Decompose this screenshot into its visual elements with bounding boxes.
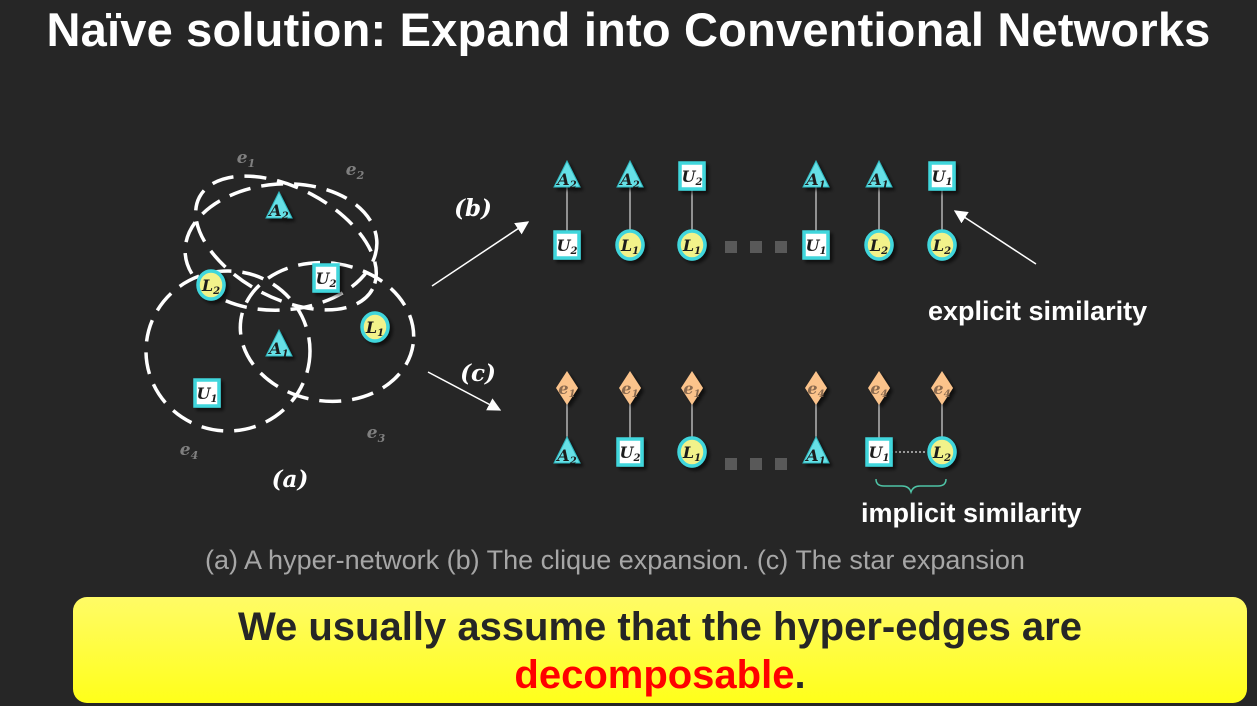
nodes-group: A2 L2 U2 L1 A1 U1 A2 U2 A2 L1 U2 L1 A1 U1 A1 L2 U1 L2 e1 A2… bbox=[193, 159, 957, 468]
hyperedge-label-e4: e4 bbox=[180, 440, 198, 462]
clique-top-node-a1: A1 bbox=[802, 159, 830, 191]
hyperedges-group bbox=[144, 174, 416, 433]
star-bottom-node-u1: U1 bbox=[865, 437, 893, 467]
explicit-similarity-arrow bbox=[953, 210, 1037, 265]
clique-top-node-u1: U1 bbox=[928, 161, 956, 191]
hyperedge-label-e3: e3 bbox=[367, 423, 386, 445]
panel-label-a: (a) bbox=[272, 466, 309, 493]
explicit-similarity-label: explicit similarity bbox=[928, 296, 1148, 326]
star-top-node-e1: e1 bbox=[556, 371, 578, 405]
hypernetwork-node-l1: L1 bbox=[360, 311, 390, 343]
arrow-to-clique bbox=[431, 221, 530, 287]
labels-group: e1 e2 e3 e4 (a) (b) (c) bbox=[180, 148, 496, 493]
star-bottom-node-l1: L1 bbox=[677, 436, 707, 468]
clique-bottom-node-l1: L1 bbox=[615, 229, 645, 261]
clique-bottom-node-u1: U1 bbox=[802, 230, 830, 260]
star-top-node-e1: e1 bbox=[681, 371, 703, 405]
star-bottom-node-a2: A2 bbox=[553, 435, 581, 467]
star-bottom-node-a1: A1 bbox=[802, 435, 830, 467]
star-top-node-e4: e4 bbox=[931, 371, 953, 405]
hypernetwork-node-a1: A1 bbox=[265, 328, 293, 360]
hypernetwork-node-l2: L2 bbox=[196, 269, 226, 301]
hyperedge-label-e2: e2 bbox=[346, 160, 365, 182]
star-bottom-node-u2: U2 bbox=[616, 437, 644, 467]
panel-label-b: (b) bbox=[454, 195, 492, 222]
star-top-node-e1: e1 bbox=[619, 371, 641, 405]
hypernetwork-node-u2: U2 bbox=[312, 263, 340, 293]
clique-top-node-a2: A2 bbox=[616, 159, 644, 191]
clique-bottom-node-l2: L2 bbox=[864, 229, 894, 261]
hypernetwork-node-u1: U1 bbox=[193, 378, 221, 408]
star-top-node-e4: e4 bbox=[805, 371, 827, 405]
decomposable-callout: We usually assume that the hyper-edges a… bbox=[73, 597, 1247, 703]
clique-top-node-a1: A1 bbox=[865, 159, 893, 191]
clique-top-node-u2: U2 bbox=[678, 161, 706, 191]
clique-bottom-node-u2: U2 bbox=[553, 230, 581, 260]
clique-bottom-node-l1: L1 bbox=[677, 229, 707, 261]
hypernetwork-node-a2: A2 bbox=[265, 190, 293, 222]
panel-label-c: (c) bbox=[460, 360, 496, 387]
callout-line2: decomposable. bbox=[73, 651, 1247, 699]
clique-top-node-a2: A2 bbox=[553, 159, 581, 191]
hyperedge-e1-ellipse bbox=[193, 174, 379, 312]
callout-period: . bbox=[794, 653, 806, 697]
implicit-similarity-label: implicit similarity bbox=[861, 498, 1082, 528]
clique-ellipsis bbox=[725, 241, 787, 253]
hyperedge-label-e1: e1 bbox=[237, 148, 255, 170]
clique-bottom-node-l2: L2 bbox=[927, 229, 957, 261]
star-ellipsis bbox=[725, 458, 787, 470]
implicit-similarity-brace bbox=[875, 478, 947, 495]
star-top-node-e4: e4 bbox=[868, 371, 890, 405]
callout-line1: We usually assume that the hyper-edges a… bbox=[237, 605, 1082, 649]
figure-caption: (a) A hyper-network (b) The clique expan… bbox=[205, 545, 1025, 575]
callout-highlight: decomposable bbox=[514, 653, 795, 697]
star-bottom-node-l2: L2 bbox=[927, 436, 957, 468]
